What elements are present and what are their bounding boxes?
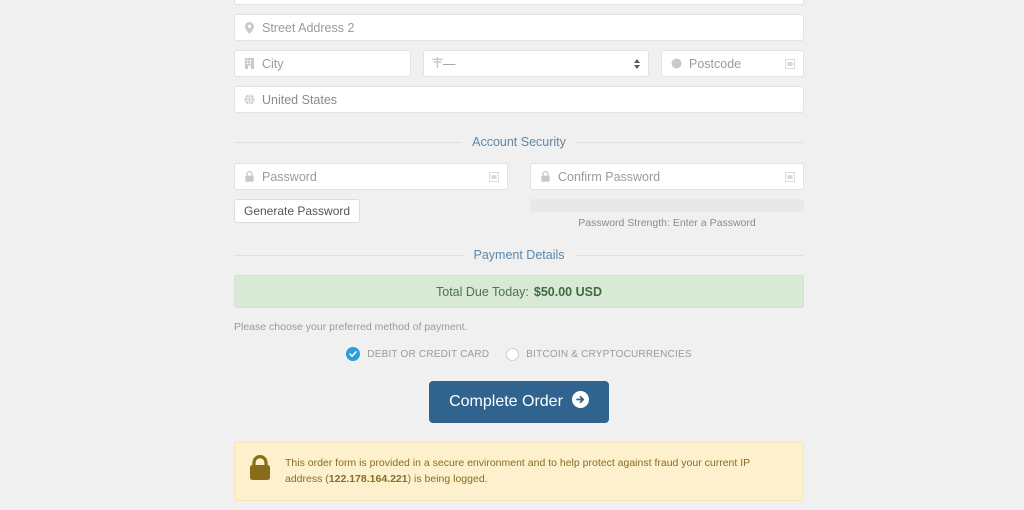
country-value: United States (262, 92, 338, 107)
street-address-1-field-cropped[interactable] (234, 0, 804, 5)
lock-icon (539, 171, 552, 182)
total-due-banner: Total Due Today: $50.00 USD (234, 275, 804, 308)
globe-icon (243, 94, 256, 105)
street-address-2-field[interactable]: Street Address 2 (234, 14, 804, 41)
notice-ip-address: 122.178.164.221 (328, 473, 408, 486)
password-autofill-icon[interactable] (489, 171, 499, 182)
account-security-legend-label: Account Security (472, 135, 566, 149)
notice-text-after: ) is being logged. (407, 473, 488, 486)
radio-selected-icon (346, 347, 361, 361)
legend-rule-right (575, 141, 805, 143)
map-pin-icon (243, 21, 256, 34)
confirm-password-field[interactable]: Confirm Password (530, 163, 804, 190)
street-address-2-placeholder: Street Address 2 (262, 20, 355, 35)
padlock-icon (249, 455, 271, 486)
payment-method-crypto-option[interactable]: BITCOIN & CRYPTOCURRENCIES (506, 347, 692, 361)
city-field[interactable]: City (234, 50, 411, 77)
complete-order-button[interactable]: Complete Order (429, 381, 609, 423)
password-field[interactable]: Password (234, 163, 508, 190)
complete-order-label: Complete Order (449, 393, 563, 410)
payment-details-legend: Payment Details (234, 248, 805, 262)
circle-marker-icon (670, 58, 683, 69)
building-icon (243, 58, 256, 69)
lock-icon (243, 171, 256, 182)
payment-method-helper-text: Please choose your preferred method of p… (234, 321, 468, 333)
payment-method-card-option[interactable]: DEBIT OR CREDIT CARD (346, 347, 489, 361)
generate-and-strength-row: Generate Password Password Strength: Ent… (234, 199, 804, 229)
total-due-label: Total Due Today: (436, 284, 529, 299)
password-strength-caption: Password Strength: Enter a Password (578, 217, 756, 229)
confirm-password-placeholder: Confirm Password (558, 169, 661, 184)
legend-rule-right (574, 254, 805, 256)
city-placeholder: City (262, 56, 284, 71)
legend-rule-left (234, 254, 464, 256)
payment-method-options: DEBIT OR CREDIT CARD BITCOIN & CRYPTOCUR… (234, 347, 804, 361)
state-select[interactable]: — (423, 50, 649, 77)
password-placeholder: Password (262, 169, 317, 184)
postcode-placeholder: Postcode (689, 56, 742, 71)
state-selected-value: — (443, 56, 456, 71)
arrow-right-circle-icon (571, 391, 589, 413)
city-state-postcode-row: City — Postcode (234, 50, 804, 77)
total-due-amount: $50.00 USD (533, 284, 602, 299)
legend-rule-left (234, 141, 463, 143)
password-strength-bar (530, 199, 804, 212)
state-stepper-arrows[interactable] (634, 58, 640, 69)
order-form-page: Street Address 2 City — Postcode United … (0, 0, 1024, 510)
payment-method-card-label: DEBIT OR CREDIT CARD (367, 348, 490, 360)
signpost-icon (432, 55, 443, 73)
order-form-column: Street Address 2 City — Postcode United … (234, 0, 805, 501)
country-field[interactable]: United States (234, 86, 804, 113)
secure-environment-notice: This order form is provided in a secure … (234, 442, 804, 501)
generate-password-button[interactable]: Generate Password (234, 199, 361, 223)
postcode-autofill-icon[interactable] (785, 58, 795, 69)
secure-environment-notice-text: This order form is provided in a secure … (285, 455, 789, 488)
payment-details-legend-label: Payment Details (473, 248, 565, 262)
payment-method-crypto-label: BITCOIN & CRYPTOCURRENCIES (526, 348, 692, 360)
submit-row: Complete Order (234, 381, 804, 423)
account-security-legend: Account Security (234, 135, 805, 149)
password-row: Password Confirm Password (234, 163, 804, 190)
chevron-up-icon (634, 58, 640, 63)
radio-unselected-icon (506, 347, 520, 361)
chevron-down-icon (634, 64, 640, 69)
postcode-field[interactable]: Postcode (661, 50, 804, 77)
confirm-password-autofill-icon[interactable] (785, 171, 795, 182)
